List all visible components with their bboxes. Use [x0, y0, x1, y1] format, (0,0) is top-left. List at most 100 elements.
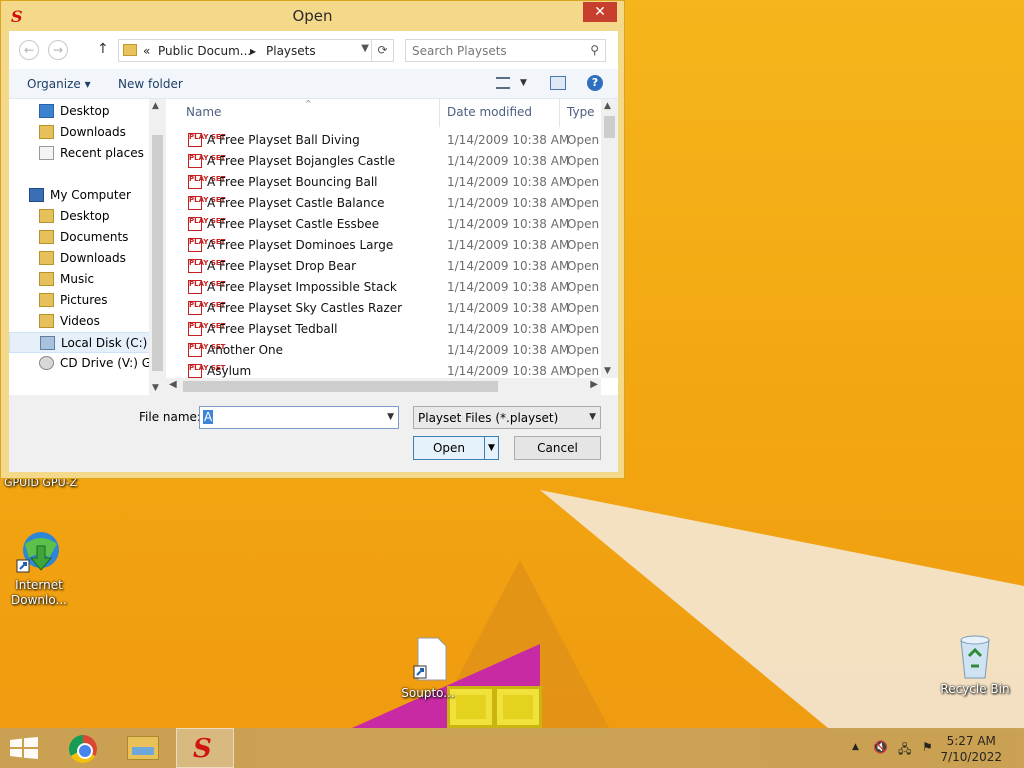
chrome-icon	[69, 735, 97, 763]
breadcrumb-public-documents[interactable]: Public Docum...	[158, 44, 251, 58]
column-header-type[interactable]: Type	[567, 105, 595, 119]
nav-item[interactable]: Desktop	[9, 101, 151, 122]
nav-item[interactable]: Music	[9, 269, 151, 290]
open-button[interactable]: Open ▼	[413, 436, 499, 460]
refresh-icon[interactable]: ⟳	[371, 40, 393, 61]
nav-item[interactable]: CD Drive (V:) GSP	[9, 353, 165, 374]
nav-item[interactable]: Recent places	[9, 143, 151, 164]
file-type-select[interactable]: Playset Files (*.playset) ▼	[413, 406, 601, 429]
scroll-right-icon[interactable]: ▶	[590, 379, 598, 390]
breadcrumb-separator[interactable]: ▸	[250, 44, 256, 58]
cancel-button[interactable]: Cancel	[514, 436, 601, 460]
back-button[interactable]: ←	[19, 40, 39, 60]
open-options-dropdown[interactable]: ▼	[484, 437, 498, 459]
scrollbar-thumb[interactable]	[183, 381, 498, 392]
desktop-icon-soupto[interactable]: Soupto...	[392, 636, 464, 701]
breadcrumb-overflow[interactable]: «	[143, 44, 150, 58]
chevron-down-icon[interactable]: ▼	[387, 412, 394, 422]
desktop-icon	[39, 104, 54, 118]
desktop-icon-idm[interactable]: Internet Downlo...	[3, 528, 75, 608]
file-row[interactable]: PLAY SET A Free Playset Bouncing Ball 1/14…	[166, 172, 606, 193]
new-folder-button[interactable]: New folder	[118, 77, 183, 91]
nav-item[interactable]: My Computer	[9, 185, 151, 206]
search-icon[interactable]: ⚲	[590, 43, 599, 57]
file-list-vertical-scrollbar[interactable]: ▲ ▼	[601, 99, 618, 378]
nav-item[interactable]: Local Disk (C:)	[9, 332, 151, 353]
file-name: A Free Playset Ball Diving	[207, 133, 360, 147]
playset-file-icon: PLAY SET	[188, 154, 225, 168]
show-hidden-icons-button[interactable]: ▲	[852, 742, 859, 752]
scroll-down-icon[interactable]: ▼	[152, 383, 159, 393]
taskbar-chrome[interactable]	[52, 728, 110, 768]
scroll-down-icon[interactable]: ▼	[604, 366, 611, 376]
forward-button[interactable]: →	[48, 40, 68, 60]
file-list-horizontal-scrollbar[interactable]: ◀ ▶	[166, 378, 601, 395]
scrollbar-thumb[interactable]	[152, 135, 163, 371]
scrollbar-thumb[interactable]	[604, 116, 615, 138]
sort-ascending-icon: ^	[305, 99, 312, 108]
dialog-titlebar[interactable]: S Open ✕	[1, 1, 624, 31]
chevron-down-icon[interactable]: ▼	[361, 43, 369, 54]
windows-logo-icon	[10, 737, 38, 759]
playset-file-icon: PLAY SET	[188, 133, 225, 147]
folder-icon	[39, 314, 54, 328]
chevron-down-icon[interactable]: ▼	[589, 412, 596, 422]
nav-item[interactable]: Videos	[9, 311, 151, 332]
nav-pane-scrollbar[interactable]: ▲ ▼	[149, 99, 166, 395]
file-row[interactable]: PLAY SET A Free Playset Drop Bear 1/14/200…	[166, 256, 606, 277]
network-icon[interactable]: 🖧	[898, 740, 911, 761]
recent-places-icon	[39, 146, 54, 160]
search-input[interactable]: Search Playsets ⚲	[405, 39, 606, 62]
file-name-value[interactable]: A	[203, 410, 214, 424]
help-icon[interactable]: ?	[587, 75, 603, 91]
scroll-left-icon[interactable]: ◀	[169, 379, 177, 390]
desktop-icon-label: Recycle Bin	[940, 682, 1010, 696]
close-button[interactable]: ✕	[583, 2, 617, 22]
clock-time: 5:27 AM	[946, 734, 996, 748]
playset-file-icon: PLAY SET	[188, 322, 225, 336]
nav-item[interactable]: Documents	[9, 227, 151, 248]
open-file-dialog: S Open ✕ ← → ↑ « Public Docum... ▸ Plays…	[0, 0, 625, 479]
file-date-modified: 1/14/2009 10:38 AM	[447, 217, 570, 231]
playset-app-icon: S	[193, 734, 212, 764]
file-date-modified: 1/14/2009 10:38 AM	[447, 364, 570, 378]
file-row[interactable]: PLAY SET A Free Playset Tedball 1/14/2009 …	[166, 319, 606, 340]
playset-file-icon: PLAY SET	[188, 175, 225, 189]
taskbar-file-explorer[interactable]	[114, 728, 172, 768]
breadcrumb-playsets[interactable]: Playsets	[266, 44, 316, 58]
nav-item[interactable]: Pictures	[9, 290, 151, 311]
volume-muted-icon[interactable]: 🔇	[873, 740, 888, 754]
column-header-name[interactable]: Name	[186, 105, 221, 119]
preview-pane-icon[interactable]	[550, 76, 566, 90]
up-button[interactable]: ↑	[97, 41, 109, 57]
column-header-date-modified[interactable]: Date modified	[447, 105, 532, 119]
chevron-down-icon[interactable]: ▼	[520, 78, 527, 88]
file-row[interactable]: PLAY SET A Free Playset Sky Castles Razer…	[166, 298, 606, 319]
taskbar-clock[interactable]: 5:27 AM 7/10/2022	[940, 733, 1002, 765]
file-date-modified: 1/14/2009 10:38 AM	[447, 154, 570, 168]
address-bar[interactable]: « Public Docum... ▸ Playsets ▼ ⟳	[118, 39, 394, 62]
nav-item[interactable]: Desktop	[9, 206, 151, 227]
start-button[interactable]	[10, 737, 38, 759]
playset-file-icon: PLAY SET	[188, 364, 225, 378]
file-row[interactable]: PLAY SET A Free Playset Ball Diving 1/14/2…	[166, 130, 606, 151]
file-row[interactable]: PLAY SET A Free Playset Dominoes Large 1/1…	[166, 235, 606, 256]
desktop-icon-label: Soupto...	[401, 686, 455, 700]
playset-file-icon: PLAY SET	[188, 259, 225, 273]
organize-menu[interactable]: Organize ▾	[27, 77, 91, 91]
playset-file-icon: PLAY SET	[188, 280, 225, 294]
file-row[interactable]: PLAY SET A Free Playset Bojangles Castle 1…	[166, 151, 606, 172]
view-options-icon[interactable]	[496, 77, 510, 89]
nav-item[interactable]: Downloads	[9, 248, 151, 269]
file-name-input[interactable]: A ▼	[199, 406, 399, 429]
file-row[interactable]: PLAY SET Another One 1/14/2009 10:38 AM Ope…	[166, 340, 606, 361]
file-row[interactable]: PLAY SET A Free Playset Castle Balance 1/1…	[166, 193, 606, 214]
scroll-up-icon[interactable]: ▲	[152, 101, 159, 111]
file-row[interactable]: PLAY SET A Free Playset Impossible Stack 1…	[166, 277, 606, 298]
taskbar-playset-app[interactable]: S	[176, 728, 234, 768]
nav-item[interactable]: Downloads	[9, 122, 151, 143]
file-row[interactable]: PLAY SET A Free Playset Castle Essbee 1/14…	[166, 214, 606, 235]
desktop-icon-recycle-bin[interactable]: Recycle Bin	[939, 632, 1011, 697]
action-center-icon[interactable]: ⚑	[922, 740, 933, 754]
scroll-up-icon[interactable]: ▲	[604, 101, 611, 111]
